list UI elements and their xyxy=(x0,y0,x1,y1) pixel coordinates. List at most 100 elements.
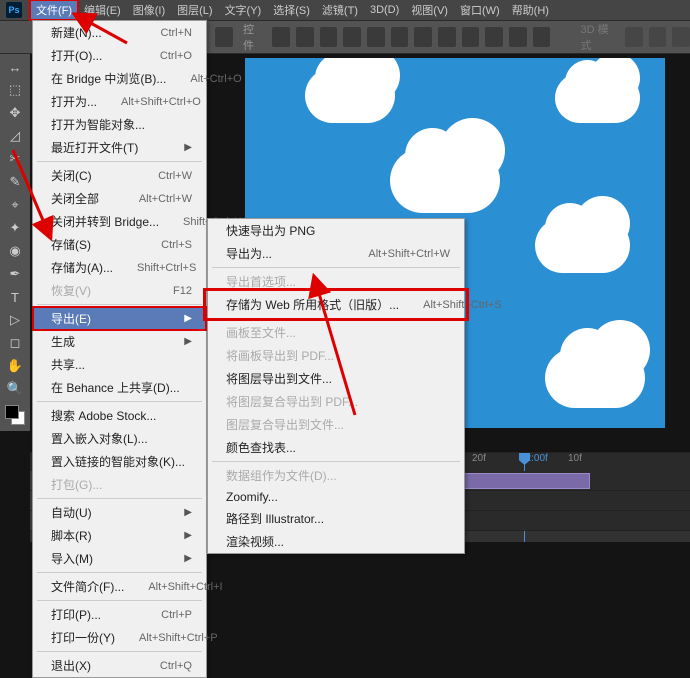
tool-7[interactable]: ✦ xyxy=(2,217,28,239)
menu-item[interactable]: 打开为...Alt+Shift+Ctrl+O xyxy=(33,90,206,113)
opt-btn-2[interactable] xyxy=(296,27,314,47)
tool-2[interactable]: ✥ xyxy=(2,102,28,124)
opt-btn-14[interactable] xyxy=(649,27,667,47)
menu-item-7[interactable]: 3D(D) xyxy=(364,2,405,18)
menu-item[interactable]: 存储为(A)...Shift+Ctrl+S xyxy=(33,256,206,279)
menu-item[interactable]: 打印(P)...Ctrl+P xyxy=(33,603,206,626)
opt-btn-13[interactable] xyxy=(625,27,643,47)
menu-item-3[interactable]: 图层(L) xyxy=(171,0,218,20)
menu-item[interactable]: 文件简介(F)...Alt+Shift+Ctrl+I xyxy=(33,575,206,598)
opt-btn-6[interactable] xyxy=(391,27,409,47)
opt-btn-11[interactable] xyxy=(509,27,527,47)
menu-item: 图层复合导出到文件... xyxy=(208,413,464,436)
menu-item-label: 图层复合导出到文件... xyxy=(226,416,344,433)
chevron-right-icon: ▶ xyxy=(184,142,192,153)
menu-item-label: 关闭全部 xyxy=(51,190,99,207)
menu-item-9[interactable]: 窗口(W) xyxy=(454,0,506,20)
menu-item-label: 退出(X) xyxy=(51,657,91,674)
menu-item-label: 打开为智能对象... xyxy=(51,116,145,133)
menu-item[interactable]: 在 Behance 上共享(D)... xyxy=(33,376,206,399)
menu-item-2[interactable]: 图像(I) xyxy=(127,0,171,20)
menu-item[interactable]: 置入嵌入对象(L)... xyxy=(33,427,206,450)
menu-item[interactable]: 关闭并转到 Bridge...Shift+Ctrl+W xyxy=(33,210,206,233)
menu-item-8[interactable]: 视图(V) xyxy=(405,0,454,20)
tool-1[interactable]: ⬚ xyxy=(2,79,28,101)
menu-item[interactable]: 新建(N)...Ctrl+N xyxy=(33,21,206,44)
menu-item-label: 存储为 Web 所用格式（旧版）... xyxy=(226,296,399,313)
opt-btn-1[interactable] xyxy=(272,27,290,47)
menu-shortcut: Ctrl+W xyxy=(158,170,192,182)
opt-btn-8[interactable] xyxy=(438,27,456,47)
menu-item[interactable]: 导出(E)▶ xyxy=(33,307,206,330)
menu-item[interactable]: 退出(X)Ctrl+Q xyxy=(33,654,206,677)
menu-shortcut: Alt+Ctrl+W xyxy=(139,193,192,205)
menu-item-label: 搜索 Adobe Stock... xyxy=(51,407,156,424)
menu-item[interactable]: 共享... xyxy=(33,353,206,376)
menu-item-label: 文件简介(F)... xyxy=(51,578,124,595)
opt-btn-12[interactable] xyxy=(533,27,551,47)
menu-item-label: 置入嵌入对象(L)... xyxy=(51,430,148,447)
menu-item[interactable]: 打开为智能对象... xyxy=(33,113,206,136)
tool-12[interactable]: ◻ xyxy=(2,332,28,354)
optbar-icon[interactable] xyxy=(215,27,233,47)
menu-item[interactable]: 存储为 Web 所用格式（旧版）...Alt+Shift+Ctrl+S xyxy=(208,293,464,316)
menu-item[interactable]: 打印一份(Y)Alt+Shift+Ctrl+P xyxy=(33,626,206,649)
app-logo: Ps xyxy=(6,2,22,18)
menu-item[interactable]: 最近打开文件(T)▶ xyxy=(33,136,206,159)
menu-separator xyxy=(37,161,202,162)
menu-item-label: 将图层复合导出到 PDF... xyxy=(226,393,358,410)
menu-item-10[interactable]: 帮助(H) xyxy=(506,0,555,20)
tool-11[interactable]: ▷ xyxy=(2,309,28,331)
color-swatches[interactable] xyxy=(5,405,25,425)
menu-item[interactable]: 搜索 Adobe Stock... xyxy=(33,404,206,427)
menu-shortcut: F12 xyxy=(173,285,192,297)
opt-btn-7[interactable] xyxy=(414,27,432,47)
menu-item[interactable]: 自动(U)▶ xyxy=(33,501,206,524)
tool-3[interactable]: ◿ xyxy=(2,125,28,147)
tool-13[interactable]: ✋ xyxy=(2,355,28,377)
tool-5[interactable]: ✎ xyxy=(2,171,28,193)
opt-btn-4[interactable] xyxy=(343,27,361,47)
tool-9[interactable]: ✒ xyxy=(2,263,28,285)
menu-item[interactable]: Zoomify... xyxy=(208,487,464,507)
menu-item[interactable]: 将图层导出到文件... xyxy=(208,367,464,390)
menu-item[interactable]: 脚本(R)▶ xyxy=(33,524,206,547)
menu-item: 数据组作为文件(D)... xyxy=(208,464,464,487)
menu-item-6[interactable]: 滤镜(T) xyxy=(316,0,364,20)
menu-item[interactable]: 路径到 Illustrator... xyxy=(208,507,464,530)
tool-10[interactable]: T xyxy=(2,286,28,308)
tool-14[interactable]: 🔍 xyxy=(2,378,28,400)
menu-item-label: Zoomify... xyxy=(226,490,278,504)
tool-8[interactable]: ◉ xyxy=(2,240,28,262)
menu-item[interactable]: 打开(O)...Ctrl+O xyxy=(33,44,206,67)
menu-item[interactable]: 生成▶ xyxy=(33,330,206,353)
opt-btn-3[interactable] xyxy=(320,27,338,47)
opt-btn-9[interactable] xyxy=(462,27,480,47)
menu-item-label: 导出为... xyxy=(226,245,272,262)
menu-item[interactable]: 导入(M)▶ xyxy=(33,547,206,570)
menu-item-0[interactable]: 文件(F) xyxy=(30,0,78,20)
menu-item[interactable]: 关闭全部 Alt+Ctrl+W xyxy=(33,187,206,210)
menu-separator xyxy=(212,461,460,462)
opt-btn-15[interactable] xyxy=(672,27,690,47)
opt-btn-10[interactable] xyxy=(485,27,503,47)
menu-item[interactable]: 关闭(C)Ctrl+W xyxy=(33,164,206,187)
chevron-right-icon: ▶ xyxy=(184,313,192,324)
tool-0[interactable]: ↔ xyxy=(2,56,28,78)
menu-item-label: 导入(M) xyxy=(51,550,93,567)
menu-item-label: 数据组作为文件(D)... xyxy=(226,467,337,484)
menu-separator xyxy=(37,600,202,601)
menu-item[interactable]: 颜色查找表... xyxy=(208,436,464,459)
menu-item-4[interactable]: 文字(Y) xyxy=(219,0,268,20)
menu-item[interactable]: 在 Bridge 中浏览(B)...Alt+Ctrl+O xyxy=(33,67,206,90)
menu-item-5[interactable]: 选择(S) xyxy=(267,0,316,20)
tool-6[interactable]: ⌖ xyxy=(2,194,28,216)
tool-4[interactable]: ✂ xyxy=(2,148,28,170)
menu-item[interactable]: 存储(S)Ctrl+S xyxy=(33,233,206,256)
menu-item-1[interactable]: 编辑(E) xyxy=(78,0,127,20)
menu-item[interactable]: 导出为...Alt+Shift+Ctrl+W xyxy=(208,242,464,265)
opt-btn-5[interactable] xyxy=(367,27,385,47)
menu-item-label: 将图层导出到文件... xyxy=(226,370,332,387)
menu-item[interactable]: 置入链接的智能对象(K)... xyxy=(33,450,206,473)
menu-item[interactable]: 快速导出为 PNG xyxy=(208,219,464,242)
